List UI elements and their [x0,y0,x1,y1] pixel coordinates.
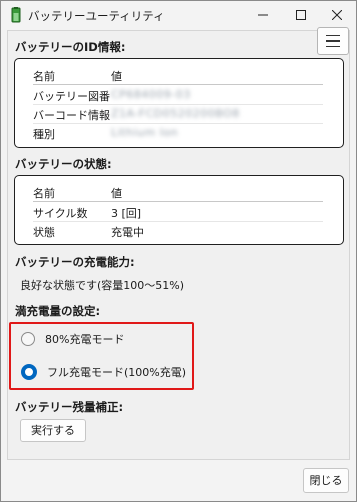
battery-utility-window: バッテリーユーティリティ バッテリーのID情報: 名前 値 バッテリー図番 CP… [0,0,357,502]
table-header: 名前 値 [33,183,323,202]
row-name: サイクル数 [33,207,88,220]
row-name: バーコード情報 [33,109,110,122]
status-table: 名前 値 サイクル数 3 [回] 状態 充電中 [14,175,344,245]
radio-80-percent-mode[interactable]: 80%充電モード [21,329,124,349]
row-value: 3 [回] [111,207,142,220]
close-button[interactable]: 閉じる [303,468,349,493]
value-column-header: 値 [111,187,122,200]
name-column-header: 名前 [33,187,55,200]
hamburger-menu-button[interactable] [317,27,349,55]
table-header: 名前 値 [33,66,323,85]
row-name: 状態 [33,226,55,239]
table-row: 状態 充電中 [33,222,323,240]
radio-full-charge-mode[interactable]: フル充電モード(100%充電) [21,362,186,382]
row-value: CP684009-03 [111,88,191,101]
close-window-button[interactable] [314,1,357,29]
table-row: バッテリー図番 CP684009-03 [33,86,323,105]
row-value: Z1A-FCD0520200BO8 [111,107,240,120]
radio-unchecked-icon[interactable] [21,332,35,346]
id-section-title: バッテリーのID情報: [15,40,126,54]
id-info-table: 名前 値 バッテリー図番 CP684009-03 バーコード情報 Z1A-FCD… [14,58,344,148]
table-row: サイクル数 3 [回] [33,203,323,222]
execute-button[interactable]: 実行する [20,419,86,442]
minimize-icon [258,14,268,16]
table-row: 種別 Lithium Ion [33,124,323,142]
radio-label: 80%充電モード [45,333,125,346]
table-row: バーコード情報 Z1A-FCD0520200BO8 [33,105,323,124]
charge-setting-title: 満充電量の設定: [15,304,101,318]
window-title: バッテリーユーティリティ [28,9,165,23]
name-column-header: 名前 [33,70,55,83]
row-name: バッテリー図番 [33,90,110,103]
status-section-title: バッテリーの状態: [15,157,112,171]
row-name: 種別 [33,128,55,141]
row-value: Lithium Ion [111,126,179,139]
capacity-section-title: バッテリーの充電能力: [15,255,135,269]
radio-label: フル充電モード(100%充電) [47,366,187,379]
battery-app-icon [11,7,21,23]
capacity-status-text: 良好な状態です(容量100～51%) [20,279,185,292]
value-column-header: 値 [111,70,122,83]
radio-checked-icon[interactable] [21,364,37,380]
calibration-title: バッテリー残量補正: [15,400,124,414]
title-bar: バッテリーユーティリティ [1,1,356,29]
row-value: 充電中 [111,226,144,239]
maximize-icon [296,10,306,20]
hamburger-icon [326,34,340,37]
close-icon [332,10,342,20]
